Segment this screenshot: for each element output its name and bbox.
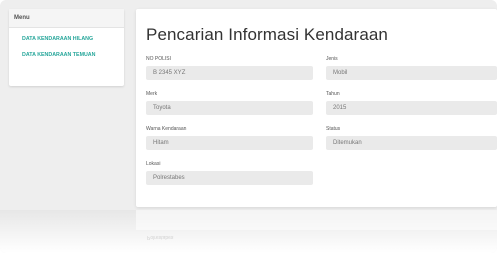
no-polisi-field[interactable]: B 2345 XYZ — [146, 66, 313, 80]
jenis-field[interactable]: Mobil — [326, 66, 497, 80]
vehicle-info-card: Pencarian Informasi Kendaraan NO POLISI … — [136, 9, 497, 207]
reflection-lokasi-value: Polrestabes — [147, 234, 174, 240]
status-field[interactable]: Ditemukan — [326, 136, 497, 150]
jenis-label: Jenis — [326, 56, 338, 62]
no-polisi-label: NO POLISI — [146, 56, 172, 62]
sidebar-header: Menu — [9, 9, 124, 28]
lokasi-field[interactable]: Polrestabes — [146, 171, 313, 185]
page-title: Pencarian Informasi Kendaraan — [146, 25, 388, 44]
warna-kendaraan-label: Warna Kendaraan — [146, 126, 187, 132]
sidebar-item-data-kendaraan-hilang[interactable]: DATA KENDARAAN HILANG — [9, 36, 124, 42]
screenshot-reflection: Polrestabes — [0, 210, 497, 253]
tahun-label: Tahun — [326, 91, 340, 97]
app-window: Menu DATA KENDARAAN HILANG DATA KENDARAA… — [0, 0, 497, 253]
lokasi-label: Lokasi — [146, 161, 161, 167]
status-label: Status — [326, 126, 341, 132]
warna-kendaraan-field[interactable]: Hitam — [146, 136, 313, 150]
merk-label: Merk — [146, 91, 158, 97]
merk-field[interactable]: Toyota — [146, 101, 313, 115]
tahun-field[interactable]: 2015 — [326, 101, 497, 115]
sidebar-item-data-kendaraan-temuan[interactable]: DATA KENDARAAN TEMUAN — [9, 52, 124, 58]
reflection-card — [136, 210, 497, 230]
sidebar-menu: Menu DATA KENDARAAN HILANG DATA KENDARAA… — [9, 9, 124, 86]
